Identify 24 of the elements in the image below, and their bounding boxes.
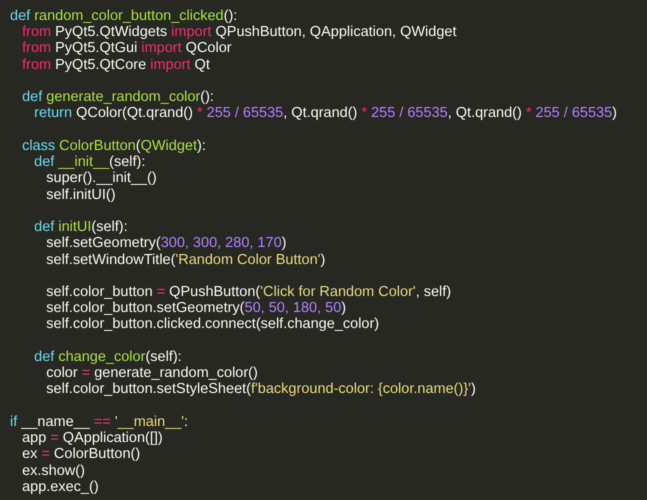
code-line: app.exec_() [21,478,99,496]
code-line: def __init__(self): [33,154,146,170]
code-line: def initUI(self): [33,219,128,236]
code-line: if __name__ == '__main__': [10,414,188,430]
code-line: def generate_random_color(): [21,89,214,106]
code-line: from PyQt5.QtWidgets import QPushButton, QApplication, QWidget [21,24,456,40]
code-line: ex.show() [21,462,85,479]
code-line: self.initUI() [45,186,116,203]
code-line: app = QApplication([]) [21,430,163,446]
code-line: class ColorButton(QWidget): [21,138,206,154]
code-line: from PyQt5.QtCore import Qt [21,56,210,73]
code-line: super().__init__() [45,170,157,187]
code-line: self.color_button.setGeometry(50, 50, 180, 50) [45,300,346,316]
code-line: self.color_button = QPushButton('Click for Random Color', self) [45,284,452,300]
code-line: self.setWindowTitle('Random Color Button') [45,252,326,268]
code-line: return QColor(Qt.qrand() * 255 / 65535, Qt.qrand() * 255 / 65535, Qt.qrand() * 255 / 65535) [33,105,617,122]
code-line: def random_color_button_clicked(): [10,8,238,24]
code-line: color = generate_random_color() [45,365,258,382]
code-line: self.setGeometry(300, 300, 280, 170) [45,235,286,252]
code-line: from PyQt5.QtGui import QColor [21,40,232,57]
code-line: ex = ColorButton() [21,446,140,463]
code-line: self.color_button.setStyleSheet(f'background-color: {color.name()}') [45,381,476,398]
code-line: def change_color(self): [33,348,182,366]
code-line: self.color_button.clicked.connect(self.change_color) [45,316,380,333]
